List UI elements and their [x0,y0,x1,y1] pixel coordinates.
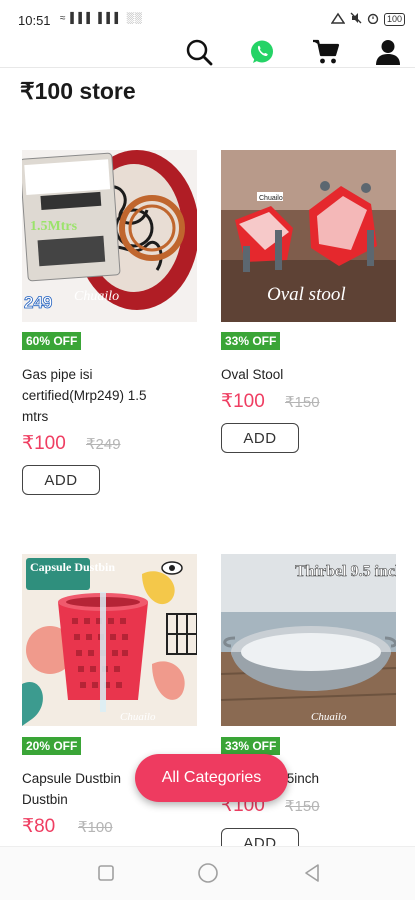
mute-icon [350,12,362,27]
product-name-line1: Gas pipe isi [22,367,93,382]
product-mrp: ₹100 [78,819,113,836]
product-image-text: Oval stool [267,284,346,305]
product-price: ₹80 [22,816,56,837]
product-name-line2: certified(Mrp249) 1.5 [22,388,147,403]
product-mrp: ₹249 [86,436,121,453]
product-image-brand: Chuailo [311,711,347,723]
product-image-text: 1.5Mtrs [30,219,78,234]
product-image-brand: Chuailo [120,711,156,723]
whatsapp-icon[interactable] [246,36,278,68]
status-time: 10:51 [18,13,51,28]
recent-apps-icon[interactable] [94,861,118,885]
discount-badge: 60% OFF [22,332,82,350]
system-nav-bar [0,846,415,900]
product-name-line3: mtrs [22,409,49,424]
product-mrp: ₹150 [285,798,320,815]
profile-icon[interactable] [372,36,404,68]
add-button[interactable]: ADD [221,423,299,453]
product-card[interactable]: Capsule Dustbin Chuailo 20% OFF Capsule … [22,554,197,846]
product-image-text: Capsule Dustbin [30,560,115,574]
cart-icon[interactable] [310,36,342,68]
product-image-brand: Chuailo [74,289,119,304]
product-price: ₹100 [22,433,66,454]
product-image-tag: 249 [24,293,52,312]
status-right-icons: 100 [330,12,405,27]
app-header [0,36,415,68]
volte-icon [330,12,346,27]
search-icon[interactable] [183,36,215,68]
add-button[interactable]: ADD [22,465,100,495]
product-card[interactable]: 1.5Mtrs 249 Chuailo 60% OFF Gas pipe isi… [22,150,197,500]
alarm-icon [367,12,379,27]
product-name-line1: Capsule Dustbin [22,771,122,786]
product-image-brand: Chuailo [259,195,283,202]
product-card[interactable]: Thirbel 9.5 inch Chuailo 33% OFF .5inch … [221,554,396,858]
battery-icon: 100 [383,13,405,26]
discount-badge: 20% OFF [22,737,82,755]
all-categories-button[interactable]: All Categories [135,754,288,802]
page-title: ₹100 store [20,78,136,104]
back-icon[interactable] [300,861,324,885]
product-image-oval-stool[interactable]: Chuailo Oval stool [221,150,396,322]
home-icon[interactable] [196,861,220,885]
product-name-line1: .5inch [283,771,320,786]
discount-badge: 33% OFF [221,332,281,350]
product-name-line1: Oval Stool [221,367,284,382]
product-image-tasla[interactable]: Thirbel 9.5 inch Chuailo [221,554,396,726]
product-name-line2: Dustbin [22,792,68,807]
product-card[interactable]: Chuailo Oval stool 33% OFF Oval Stool ₹1… [221,150,396,460]
product-price: ₹100 [221,391,265,412]
product-image-capsule-dustbin[interactable]: Capsule Dustbin Chuailo [22,554,197,726]
status-bar: 10:51 ≈ ▌▌▌ ▌▌▌ ░░ 100 [0,0,415,36]
signal-icons: ≈ ▌▌▌ ▌▌▌ ░░ [60,13,143,24]
product-image-gas-pipe[interactable]: 1.5Mtrs 249 Chuailo [22,150,197,322]
product-mrp: ₹150 [285,394,320,411]
discount-badge: 33% OFF [221,737,281,755]
product-image-text: Thirbel 9.5 inch [295,563,396,580]
